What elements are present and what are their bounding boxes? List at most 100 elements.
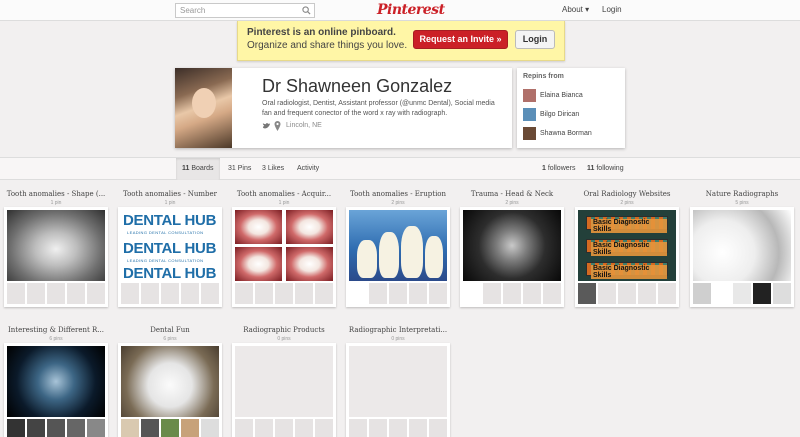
board-cover-image — [121, 346, 219, 417]
banner-subtitle: Organize and share things you love. — [247, 40, 408, 51]
repin-user-name: Shawna Borman — [540, 130, 592, 137]
board-thumbnails — [463, 283, 561, 304]
followers-link[interactable]: 1 followers — [542, 158, 575, 180]
board-cover-image — [7, 210, 105, 281]
repin-avatar — [523, 89, 536, 102]
twitter-icon[interactable] — [262, 122, 271, 130]
board-cover-image: DENTAL HUB LEADING DENTAL CONSULTATION D… — [121, 210, 219, 281]
board-cover[interactable] — [232, 343, 336, 437]
board-thumbnails — [349, 283, 447, 304]
board-thumbnails — [7, 283, 105, 304]
profile-location: Lincoln, NE — [286, 122, 322, 129]
tab-likes[interactable]: 3 Likes — [262, 158, 284, 180]
profile-bio: Oral radiologist, Dentist, Assistant pro… — [262, 100, 495, 117]
board-cover[interactable] — [346, 207, 450, 307]
board-title[interactable]: Radiographic Interpretati... — [346, 326, 450, 334]
board-pin-count: 2 pins — [391, 200, 405, 206]
search-input[interactable]: Search — [175, 3, 315, 18]
board-thumbnails — [235, 419, 333, 437]
repins-title: Repins from — [523, 73, 564, 80]
board-title[interactable]: Nature Radiographs — [690, 190, 794, 198]
board-cover[interactable]: Basic Diagnostic Skills Basic Diagnostic… — [575, 207, 679, 307]
location-pin-icon — [274, 121, 281, 131]
repin-user[interactable]: Bilgo Dirican — [523, 108, 623, 122]
board-cover-image — [349, 210, 447, 281]
board-cover-image — [693, 210, 791, 281]
search-icon[interactable] — [302, 6, 311, 15]
search-placeholder: Search — [180, 6, 206, 15]
board-title[interactable]: Tooth anomalies - Acquir... — [232, 190, 336, 198]
board-title[interactable]: Tooth anomalies - Shape (... — [4, 190, 108, 198]
board-cover-image — [7, 346, 105, 417]
login-link[interactable]: Login — [602, 5, 622, 14]
tab-boards[interactable]: 11 Boards — [176, 158, 220, 180]
repin-avatar — [523, 108, 536, 121]
board-cover-image — [235, 210, 333, 281]
followers-count: 1 — [542, 165, 546, 172]
board-thumbnails — [693, 283, 791, 304]
repin-avatar — [523, 127, 536, 140]
board-cover[interactable] — [346, 343, 450, 437]
board-cover-image: Basic Diagnostic Skills Basic Diagnostic… — [578, 210, 676, 281]
board-thumbnails — [349, 419, 447, 437]
invite-banner: Pinterest is an online pinboard. Organiz… — [237, 21, 565, 61]
board-cover-image — [463, 210, 561, 281]
dental-hub-logo-text: DENTAL HUB — [123, 240, 217, 257]
board-title[interactable]: Trauma - Head & Neck — [460, 190, 564, 198]
board-pin-count: 1 pin — [50, 200, 62, 206]
profile-avatar — [175, 68, 232, 148]
board-title[interactable]: Oral Radiology Websites — [575, 190, 679, 198]
board-pin-count: 1 pin — [164, 200, 176, 206]
board-title[interactable]: Tooth anomalies - Eruption — [346, 190, 450, 198]
repins-from-card: Repins from Elaina Bianca Bilgo Dirican … — [517, 68, 625, 148]
board-cover[interactable] — [4, 343, 108, 437]
request-invite-button[interactable]: Request an Invite » — [413, 30, 508, 49]
dental-hub-logo-text: DENTAL HUB — [123, 265, 217, 282]
board-title[interactable]: Dental Fun — [118, 326, 222, 334]
repin-user-name: Elaina Bianca — [540, 92, 583, 99]
tab-pins[interactable]: 31 Pins — [228, 158, 251, 180]
board-pin-count: 6 pins — [49, 336, 63, 342]
banner-title: Pinterest is an online pinboard. — [247, 27, 396, 38]
board-pin-count: 2 pins — [620, 200, 634, 206]
board-cover[interactable] — [690, 207, 794, 307]
board-thumbnails — [121, 419, 219, 437]
banner-login-button[interactable]: Login — [515, 30, 555, 49]
pinterest-logo[interactable]: Pinterest — [377, 2, 445, 18]
board-pin-count: 1 pin — [278, 200, 290, 206]
board-pin-count: 0 pins — [277, 336, 291, 342]
following-link[interactable]: 11 following — [587, 158, 624, 180]
tab-activity[interactable]: Activity — [297, 158, 319, 180]
repin-user[interactable]: Elaina Bianca — [523, 89, 623, 103]
board-pin-count: 5 pins — [735, 200, 749, 206]
website-banner-label: Basic Diagnostic Skills — [591, 242, 667, 256]
boards-count: 11 — [182, 165, 190, 172]
board-title[interactable]: Interesting & Different R... — [4, 326, 108, 334]
about-menu[interactable]: About ▾ — [562, 5, 589, 14]
board-cover[interactable] — [460, 207, 564, 307]
board-cover[interactable] — [232, 207, 336, 307]
dental-hub-tagline: LEADING DENTAL CONSULTATION — [127, 258, 204, 263]
board-cover-image — [349, 346, 447, 417]
board-pin-count: 6 pins — [163, 336, 177, 342]
board-title[interactable]: Radiographic Products — [232, 326, 336, 334]
dental-hub-tagline: LEADING DENTAL CONSULTATION — [127, 230, 204, 235]
board-cover[interactable]: DENTAL HUB LEADING DENTAL CONSULTATION D… — [118, 207, 222, 307]
following-label: following — [596, 165, 624, 172]
profile-card: Dr Shawneen Gonzalez Oral radiologist, D… — [175, 68, 512, 148]
website-banner-label: Basic Diagnostic Skills — [591, 265, 667, 279]
profile-tab-bar: 11 Boards 31 Pins 3 Likes Activity 1 fol… — [0, 157, 800, 180]
board-cover[interactable] — [118, 343, 222, 437]
board-cover-image — [235, 346, 333, 417]
board-cover[interactable] — [4, 207, 108, 307]
website-banner-label: Basic Diagnostic Skills — [591, 219, 667, 233]
top-navbar: Search Pinterest About ▾ Login — [0, 0, 800, 21]
board-title[interactable]: Tooth anomalies - Number — [118, 190, 222, 198]
followers-label: followers — [547, 165, 576, 172]
board-thumbnails — [121, 283, 219, 304]
boards-label: Boards — [191, 165, 214, 172]
repin-user[interactable]: Shawna Borman — [523, 127, 623, 141]
dental-hub-logo-text: DENTAL HUB — [123, 212, 217, 229]
board-thumbnails — [7, 419, 105, 437]
following-count: 11 — [587, 165, 595, 172]
